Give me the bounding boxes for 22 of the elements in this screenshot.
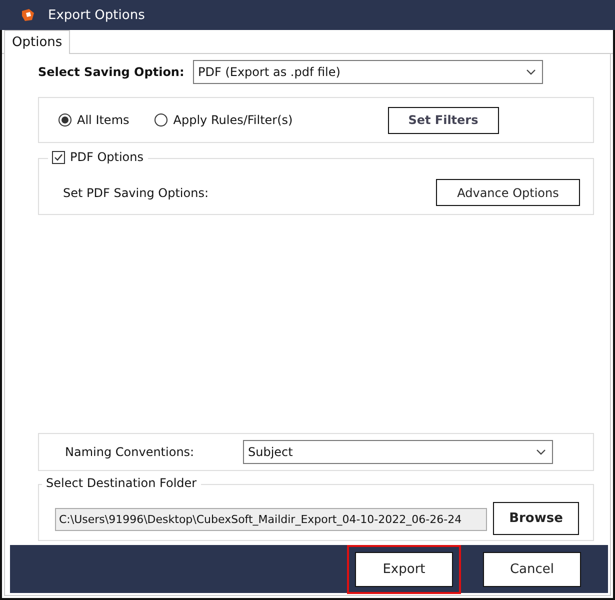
browse-button[interactable]: Browse bbox=[493, 502, 579, 535]
tab[interactable]: Options bbox=[4, 30, 70, 54]
radio-button[interactable]: All Items bbox=[58, 113, 130, 127]
checkbox[interactable]: PDF Options bbox=[52, 150, 144, 164]
set-filters-button[interactable]: Set Filters bbox=[388, 106, 499, 134]
footer-button[interactable]: Export bbox=[355, 552, 453, 586]
chevron-down-icon bbox=[536, 449, 546, 455]
field-label: Select Saving Option: bbox=[38, 65, 186, 79]
dropdown-value: PDF (Export as .pdf file) bbox=[198, 65, 340, 79]
path-field[interactable]: C:\Users\91996\Desktop\CubexSoft_Maildir_Export_04-10-2022_06-26-24 bbox=[55, 508, 487, 531]
window-title: Export Options bbox=[48, 8, 145, 22]
dropdown[interactable]: Subject bbox=[243, 440, 553, 464]
footer-button[interactable]: Cancel bbox=[483, 552, 581, 586]
group-label: Select Destination Folder bbox=[42, 476, 201, 490]
dropdown-value: Subject bbox=[248, 445, 293, 459]
advance-options-button[interactable]: Advance Options bbox=[436, 179, 580, 206]
field-label: Set PDF Saving Options: bbox=[63, 186, 208, 200]
chevron-down-icon bbox=[526, 69, 536, 75]
field-label: Naming Conventions: bbox=[65, 445, 196, 459]
radio-button[interactable]: Apply Rules/Filter(s) bbox=[154, 113, 293, 127]
dropdown[interactable]: PDF (Export as .pdf file) bbox=[193, 60, 543, 84]
logo-icon bbox=[20, 7, 36, 23]
